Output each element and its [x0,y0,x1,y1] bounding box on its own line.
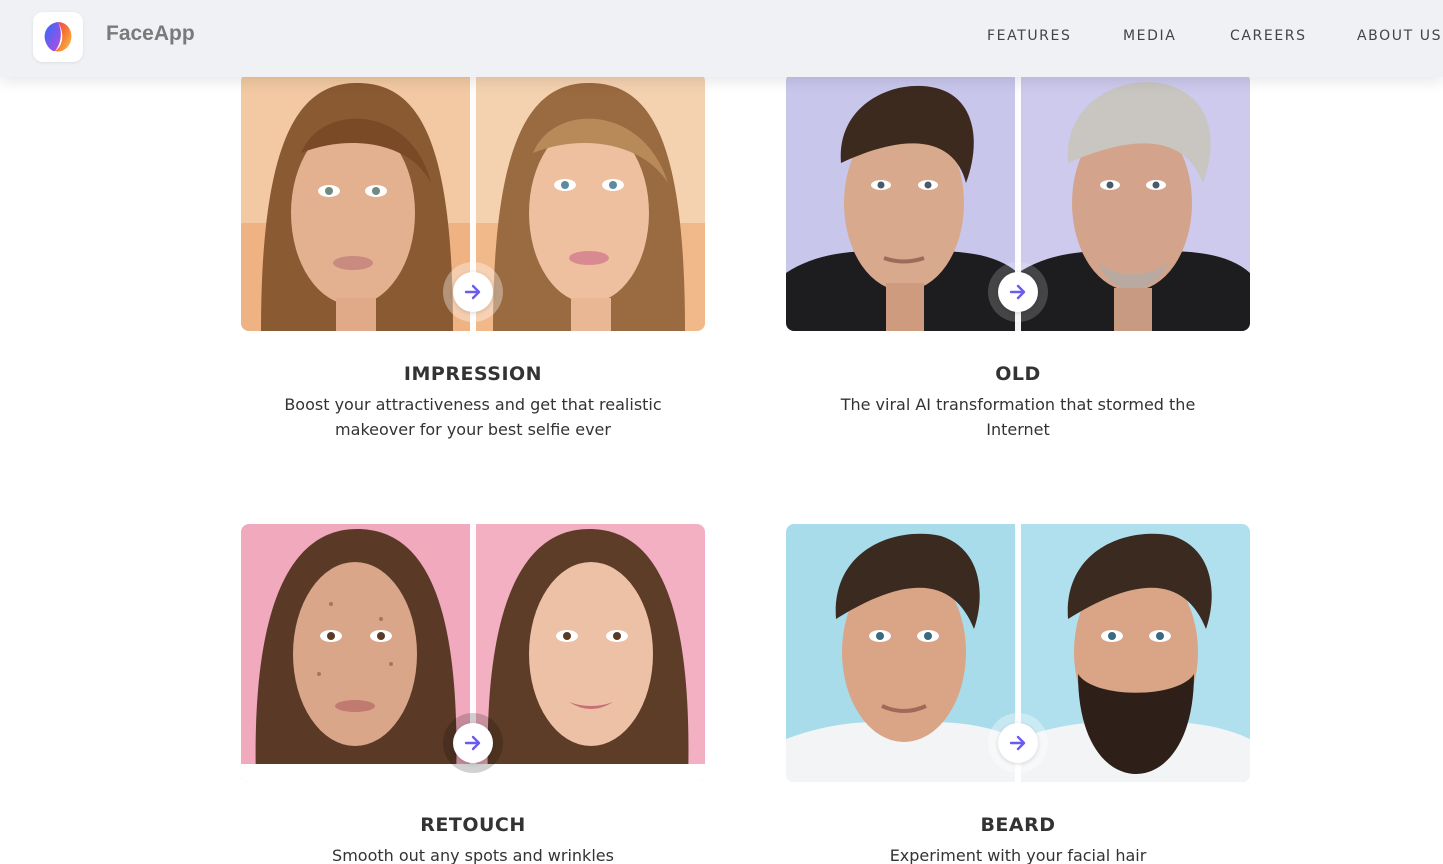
nav-item-about-us[interactable]: ABOUT US [1357,28,1442,44]
before-after-image [786,524,1250,782]
compare-button-ring [988,262,1048,322]
after-image [1018,524,1250,782]
compare-button[interactable] [453,272,493,312]
before-after-image [786,73,1250,331]
compare-button[interactable] [998,723,1038,763]
before-after-image [241,73,705,331]
feature-title: OLD [995,363,1041,385]
compare-button-ring [443,713,503,773]
nav-item-careers[interactable]: CAREERS [1230,28,1307,44]
feature-description: Smooth out any spots and wrinkles [332,846,614,864]
after-image [473,524,705,782]
compare-button[interactable] [453,723,493,763]
before-image [786,73,1018,331]
compare-button-ring [988,713,1048,773]
before-image [241,524,473,782]
after-image [473,73,705,331]
before-image [241,73,473,331]
compare-button[interactable] [998,272,1038,312]
before-after-image [241,524,705,782]
faceapp-logo-icon[interactable] [33,12,83,62]
nav-item-features[interactable]: FEATURES [987,28,1071,44]
feature-description: The viral AI transformation that stormed… [840,395,1196,439]
feature-title: IMPRESSION [403,363,543,385]
feature-description: Boost your attractiveness and get that r… [284,395,662,439]
brand-name[interactable]: FaceApp [106,22,195,46]
before-image [786,524,1018,782]
arrow-right-icon [1009,735,1026,751]
after-image [1018,73,1250,331]
arrow-right-icon [464,735,481,751]
arrow-right-icon [464,284,481,300]
arrow-right-icon [1009,284,1026,300]
feature-description: Experiment with your facial hair [889,846,1147,864]
feature-title: BEARD [980,814,1056,836]
compare-button-ring [443,262,503,322]
feature-title: RETOUCH [420,814,526,836]
site-header: FaceApp FEATURES MEDIA CAREERS ABOUT US [0,0,1443,77]
nav-item-media[interactable]: MEDIA [1123,28,1176,44]
